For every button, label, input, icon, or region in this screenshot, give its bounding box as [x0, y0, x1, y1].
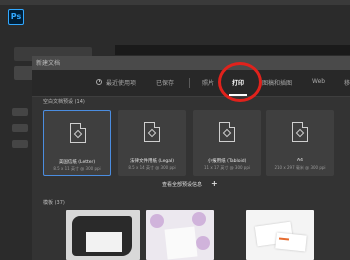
learn-nav-item[interactable]: [12, 124, 28, 132]
preset-card-legal[interactable]: 法律文件用纸 (Legal) 8.5 x 14 英寸 @ 300 ppi: [118, 110, 186, 176]
highlight-annotation-circle: [218, 62, 262, 102]
lr-photos-nav-item[interactable]: [12, 140, 28, 148]
blank-presets-heading: 空白文档预设 (14): [43, 99, 85, 105]
preset-dims: 8.5 x 14 英寸 @ 300 ppi: [128, 165, 176, 170]
template-art: [150, 214, 164, 228]
preset-dims: 11 x 17 英寸 @ 300 ppi: [204, 165, 250, 170]
templates-heading: 模板 (37): [43, 200, 65, 206]
pen-nib-glyph: [295, 128, 305, 138]
preset-name: 小报用纸 (Tabloid): [207, 159, 247, 164]
template-art: [192, 212, 206, 226]
photoshop-logo: Ps: [8, 9, 24, 25]
template-art: [196, 236, 210, 250]
dialog-title: 新建文档: [36, 60, 61, 67]
pen-nib-glyph: [222, 128, 232, 138]
tab-recent[interactable]: 最近使用项: [106, 78, 136, 87]
pen-nib-glyph: [147, 128, 157, 138]
preset-name: 美国信纸 (Letter): [58, 160, 96, 165]
pen-nib-glyph: [73, 129, 83, 139]
template-art: [275, 232, 307, 252]
preset-tab-bar: 最近使用项 已保存 照片 打印 图稿和插图 Web 移: [32, 70, 350, 97]
document-icon: [292, 122, 308, 142]
preset-card-tabloid[interactable]: 小报用纸 (Tabloid) 11 x 17 英寸 @ 300 ppi: [193, 110, 261, 176]
plus-icon[interactable]: +: [211, 179, 218, 188]
clock-icon: [96, 79, 102, 85]
preset-name: A4: [297, 158, 303, 163]
template-thumbnail[interactable]: [246, 210, 314, 260]
home-nav-item[interactable]: [12, 108, 28, 116]
template-thumbnail[interactable]: [146, 210, 214, 260]
document-icon: [144, 122, 160, 142]
template-art: [164, 226, 198, 260]
tab-mobile[interactable]: 移: [344, 78, 350, 87]
preset-dims: 210 x 297 毫米 @ 300 ppi: [274, 165, 326, 170]
template-art: [86, 232, 122, 252]
preset-name: 法律文件用纸 (Legal): [129, 159, 174, 164]
tab-photo[interactable]: 照片: [202, 78, 214, 87]
document-icon: [219, 122, 235, 142]
template-thumbnail[interactable]: [66, 210, 140, 260]
preset-dims: 8.5 x 11 英寸 @ 300 ppi: [53, 166, 101, 171]
tab-web[interactable]: Web: [312, 78, 325, 85]
tab-art-illustration[interactable]: 图稿和插图: [262, 78, 292, 87]
tab-saved[interactable]: 已保存: [156, 78, 174, 87]
tab-divider: [189, 78, 190, 88]
preset-card-a4[interactable]: A4 210 x 297 毫米 @ 300 ppi: [266, 110, 334, 176]
document-icon: [70, 123, 86, 143]
dialog-titlebar: 新建文档: [32, 56, 350, 70]
preset-card-letter[interactable]: 美国信纸 (Letter) 8.5 x 11 英寸 @ 300 ppi: [43, 110, 111, 176]
background-header: [115, 45, 350, 55]
see-all-presets-link[interactable]: 查看全部预设信息: [162, 181, 202, 188]
menu-bar: [0, 0, 350, 5]
